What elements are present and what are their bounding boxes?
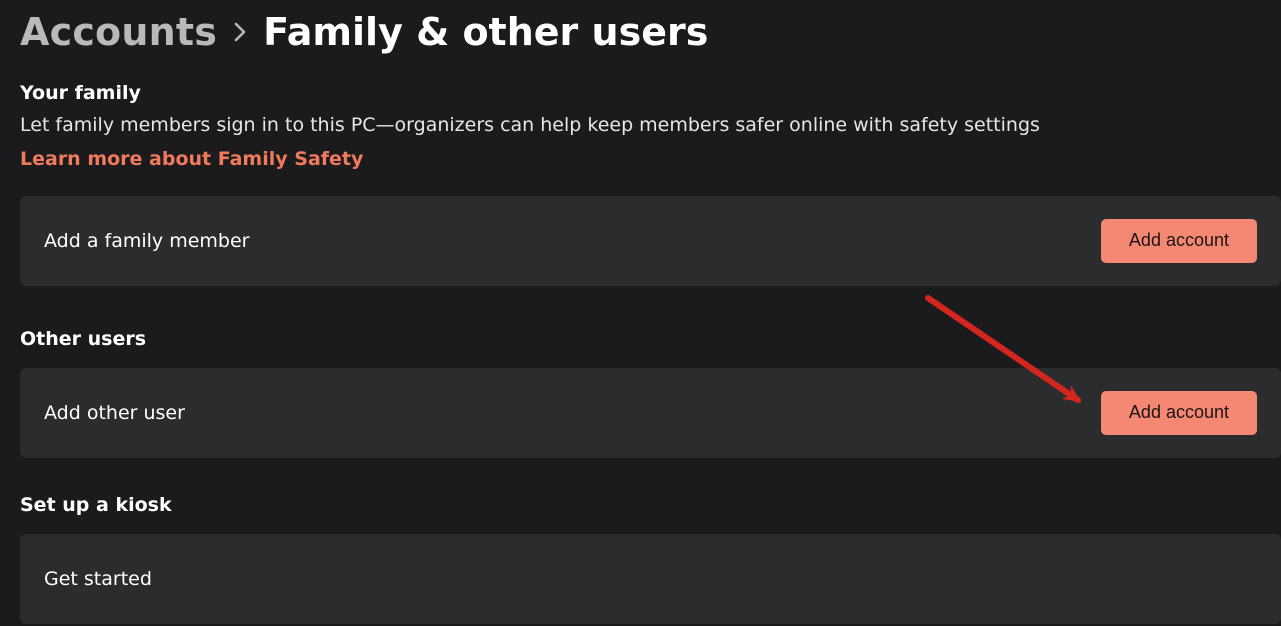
card-add-family-member: Add a family member Add account [20, 196, 1281, 286]
chevron-right-icon [233, 22, 247, 42]
learn-more-family-safety-link[interactable]: Learn more about Family Safety [20, 148, 363, 170]
add-account-family-button[interactable]: Add account [1101, 219, 1257, 262]
breadcrumb: Accounts Family & other users [20, 10, 1281, 54]
add-account-other-button[interactable]: Add account [1101, 391, 1257, 434]
section-other-users: Other users Add other user Add account [20, 328, 1281, 458]
section-kiosk: Set up a kiosk Get started [20, 494, 1281, 624]
card-add-other-user: Add other user Add account [20, 368, 1281, 458]
section-title-other: Other users [20, 328, 1281, 350]
card-label-kiosk: Get started [44, 568, 152, 590]
page-title: Family & other users [263, 10, 708, 54]
breadcrumb-parent[interactable]: Accounts [20, 10, 217, 54]
section-title-kiosk: Set up a kiosk [20, 494, 1281, 516]
section-your-family: Your family Let family members sign in t… [20, 82, 1281, 286]
card-kiosk-get-started[interactable]: Get started [20, 534, 1281, 624]
family-description: Let family members sign in to this PC—or… [20, 114, 1040, 136]
card-label-add-family: Add a family member [44, 230, 249, 252]
card-label-add-other: Add other user [44, 402, 185, 424]
section-title-family: Your family [20, 82, 1281, 104]
